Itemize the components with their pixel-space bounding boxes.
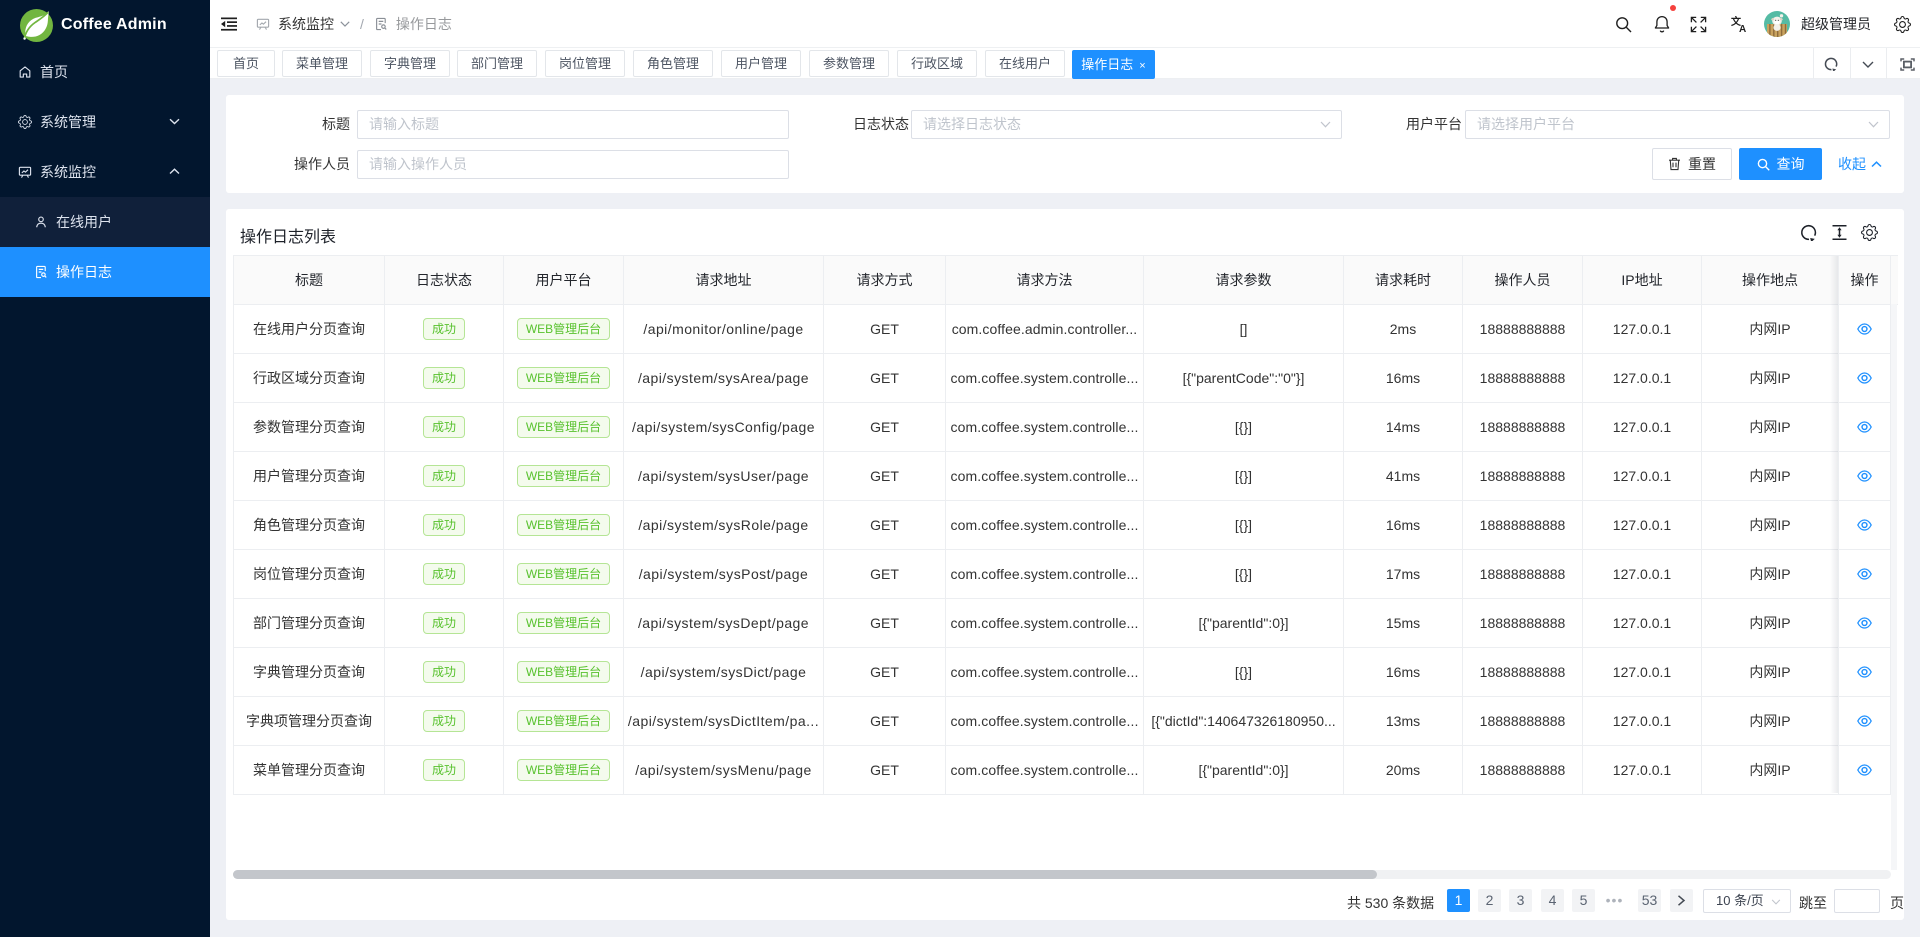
- svg-text:A: A: [1739, 24, 1746, 33]
